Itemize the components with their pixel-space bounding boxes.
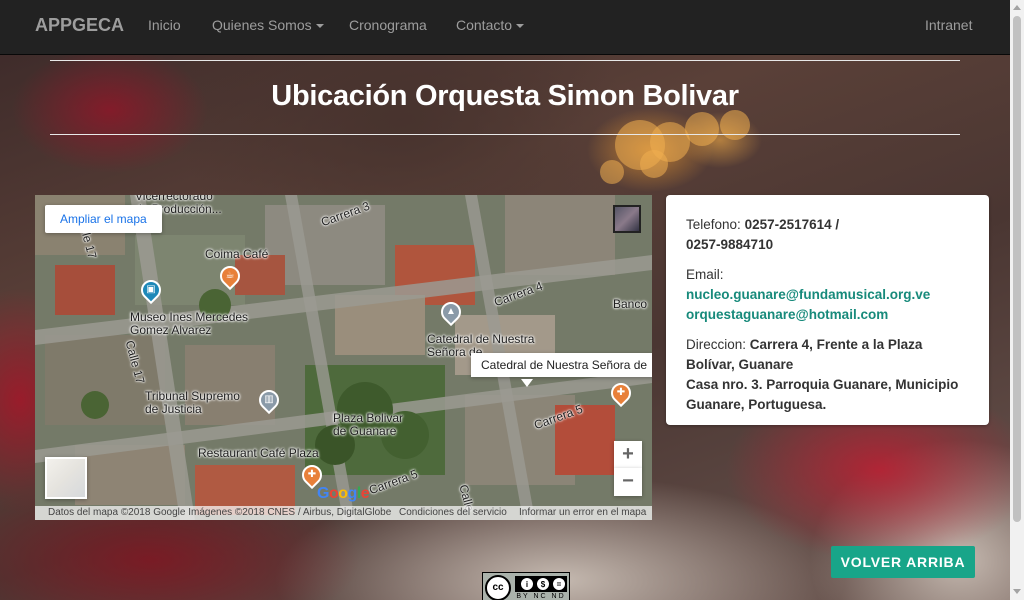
- caret-down-icon: [516, 24, 525, 29]
- phone-row: Telefono: 0257-2517614 / 0257-9884710: [686, 215, 969, 255]
- email-link-2[interactable]: orquestaguanare@hotmail.com: [686, 307, 888, 322]
- phone-label: Telefono:: [686, 217, 741, 232]
- nav-quienes-somos-label: Quienes Somos: [212, 17, 312, 33]
- nav-inicio[interactable]: Inicio: [148, 17, 181, 33]
- map-label-plaza[interactable]: Plaza Bolivar de Guanare: [333, 412, 403, 438]
- scrollbar[interactable]: [1010, 0, 1024, 600]
- address-line-2: Casa nro. 3. Parroquia Guanare, Municipi…: [686, 377, 959, 412]
- nav-quienes-somos[interactable]: Quienes Somos: [212, 17, 324, 33]
- email-row: Email: nucleo.guanare@fundamusical.org.v…: [686, 265, 969, 325]
- email-link-1[interactable]: nucleo.guanare@fundamusical.org.ve: [686, 287, 930, 302]
- navbar: APPGECA Inicio Quienes Somos Cronograma …: [0, 0, 1010, 55]
- map-report-link[interactable]: Informar un error en el mapa: [519, 507, 646, 518]
- map-attribution: Datos del mapa ©2018 Google Imágenes ©20…: [48, 507, 392, 518]
- email-label: Email:: [686, 267, 724, 282]
- nav-contacto[interactable]: Contacto: [456, 17, 525, 33]
- map-label-restaurant[interactable]: Restaurant Café Plaza: [198, 447, 319, 460]
- zoom-in-button[interactable]: +: [614, 441, 642, 469]
- map-label-coima[interactable]: Coima Café: [205, 248, 268, 261]
- address-label: Direccion:: [686, 337, 747, 352]
- address-row: Direccion: Carrera 4, Frente a la Plaza …: [686, 335, 969, 415]
- enlarge-map-button[interactable]: Ampliar el mapa: [45, 205, 162, 233]
- scroll-up-arrow-icon[interactable]: [1013, 5, 1021, 10]
- by-attribution-icon: i: [520, 577, 534, 591]
- map-label-tribunal[interactable]: Tribunal Supremo de Justicia: [145, 390, 240, 416]
- map-label-banco[interactable]: Banco: [613, 298, 647, 311]
- map-label-museo[interactable]: Museo Ines Mercedes Gomez Alvarez: [130, 311, 248, 337]
- map-terms-link[interactable]: Condiciones del servicio: [399, 507, 507, 518]
- map-attribution-bar: Datos del mapa ©2018 Google Imágenes ©20…: [35, 506, 652, 520]
- place-card-pointer: [521, 379, 533, 387]
- divider-top: [50, 60, 960, 61]
- nav-inicio-label: Inicio: [148, 17, 181, 33]
- phone-value-1: 0257-2517614 /: [744, 217, 840, 232]
- scroll-down-arrow-icon[interactable]: [1013, 589, 1021, 594]
- map-embed[interactable]: Vicerrectorado de Producción... Coima Caf…: [35, 195, 652, 520]
- back-to-top-button[interactable]: VOLVER ARRIBA: [831, 546, 975, 578]
- creative-commons-license-badge[interactable]: cc i $ = BY NC ND: [482, 572, 570, 600]
- no-derivatives-icon: =: [552, 577, 566, 591]
- nav-intranet[interactable]: Intranet: [925, 17, 972, 33]
- zoom-out-button[interactable]: −: [614, 468, 642, 496]
- map-layer-toggle[interactable]: [45, 457, 87, 499]
- caret-down-icon: [315, 24, 324, 29]
- street-view-thumbnail[interactable]: [613, 205, 641, 233]
- brand-logo[interactable]: APPGECA: [35, 15, 124, 36]
- google-logo: Google: [317, 485, 370, 502]
- nav-cronograma[interactable]: Cronograma: [349, 17, 427, 33]
- phone-value-2: 0257-9884710: [686, 237, 774, 252]
- scroll-thumb[interactable]: [1013, 16, 1021, 522]
- nav-contacto-label: Contacto: [456, 17, 513, 33]
- license-terms-label: BY NC ND: [516, 593, 566, 600]
- nav-cronograma-label: Cronograma: [349, 17, 427, 33]
- cc-icon: cc: [485, 575, 511, 600]
- place-info-card[interactable]: Catedral de Nuestra Señora de: [471, 353, 652, 377]
- non-commercial-icon: $: [536, 577, 550, 591]
- divider-bottom: [50, 134, 960, 135]
- contact-info-panel: Telefono: 0257-2517614 / 0257-9884710 Em…: [666, 195, 989, 425]
- page-title: Ubicación Orquesta Simon Bolivar: [271, 80, 739, 112]
